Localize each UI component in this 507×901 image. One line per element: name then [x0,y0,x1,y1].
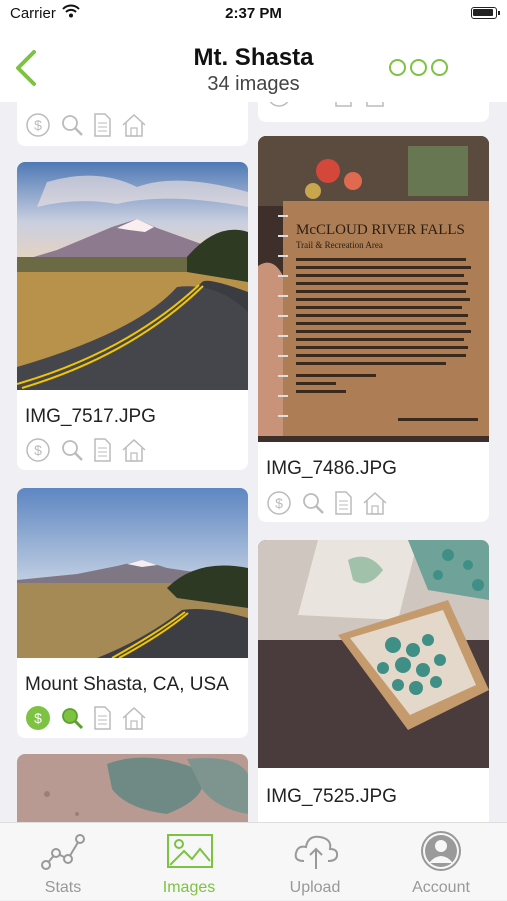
search-icon[interactable] [59,705,85,731]
svg-text:$: $ [34,442,42,458]
status-bar: Carrier 2:37 PM [0,0,507,26]
road-mountain-photo[interactable] [17,162,248,390]
image-card[interactable]: $ [17,102,248,146]
search-icon[interactable] [59,437,85,463]
dollar-icon[interactable]: $ [25,705,51,731]
image-grid[interactable]: $ IMG_7517.JPG $ Mount Shasta, CA, USA $… [0,102,507,822]
tab-label: Upload [289,879,341,896]
more-dot-icon [410,59,427,76]
tab-stats[interactable]: Stats [0,823,126,901]
home-icon[interactable] [121,112,147,138]
more-dot-icon [389,59,406,76]
dollar-icon[interactable]: $ [25,437,51,463]
more-dot-icon [431,59,448,76]
navigation-bar: Mt. Shasta 34 images [0,26,507,102]
mccloud-sign-photo[interactable]: McCLOUD RIVER FALLS Trail & Recreation A… [258,136,489,442]
image-card[interactable]: IMG_7525.JPG [258,540,489,822]
rock-photo[interactable] [17,754,248,822]
image-card[interactable]: IMG_7517.JPG $ [17,162,248,470]
battery-icon [471,7,500,19]
home-icon[interactable] [121,705,147,731]
image-caption: IMG_7486.JPG [266,458,397,479]
sign-title: McCLOUD RIVER FALLS [296,222,465,238]
document-icon[interactable] [89,112,115,138]
tab-label: Account [412,879,470,896]
document-icon[interactable] [89,705,115,731]
account-avatar-icon [421,831,461,871]
home-icon[interactable] [121,437,147,463]
document-icon[interactable] [89,437,115,463]
image-caption: Mount Shasta, CA, USA [25,674,229,695]
svg-text:$: $ [34,117,42,133]
dollar-icon[interactable] [266,102,292,108]
image-caption: IMG_7525.JPG [266,786,397,807]
tab-account[interactable]: Account [378,823,504,901]
card-actions: $ [25,437,165,463]
search-icon[interactable] [300,490,326,516]
home-icon[interactable] [362,102,388,108]
image-card[interactable] [258,102,489,122]
image-caption: IMG_7517.JPG [25,406,156,427]
image-card[interactable]: McCLOUD RIVER FALLS Trail & Recreation A… [258,136,489,522]
tab-bar: Stats Images Upload Account [0,822,507,900]
status-time: 2:37 PM [225,5,282,22]
dollar-icon[interactable]: $ [25,112,51,138]
document-icon[interactable] [330,102,356,108]
cloud-upload-icon [294,835,339,869]
tab-images[interactable]: Images [126,823,252,901]
dollar-icon[interactable]: $ [266,490,292,516]
svg-text:$: $ [34,710,42,726]
document-icon[interactable] [330,490,356,516]
search-icon[interactable] [300,102,326,108]
mount-shasta-photo[interactable] [17,488,248,658]
gemstones-photo[interactable] [258,540,489,768]
image-card[interactable] [17,754,248,822]
image-card[interactable]: Mount Shasta, CA, USA $ [17,488,248,738]
svg-text:$: $ [275,495,283,511]
card-actions: $ [266,490,406,516]
card-actions: $ [25,112,165,138]
image-icon [167,834,213,868]
tab-label: Images [162,879,216,896]
card-actions [266,102,406,108]
stats-chart-icon [41,834,85,870]
more-options-button[interactable] [389,59,449,79]
search-icon[interactable] [59,112,85,138]
tab-label: Stats [44,879,82,896]
sign-subtitle: Trail & Recreation Area [296,240,383,250]
tab-upload[interactable]: Upload [252,823,378,901]
home-icon[interactable] [362,490,388,516]
card-actions: $ [25,705,165,731]
